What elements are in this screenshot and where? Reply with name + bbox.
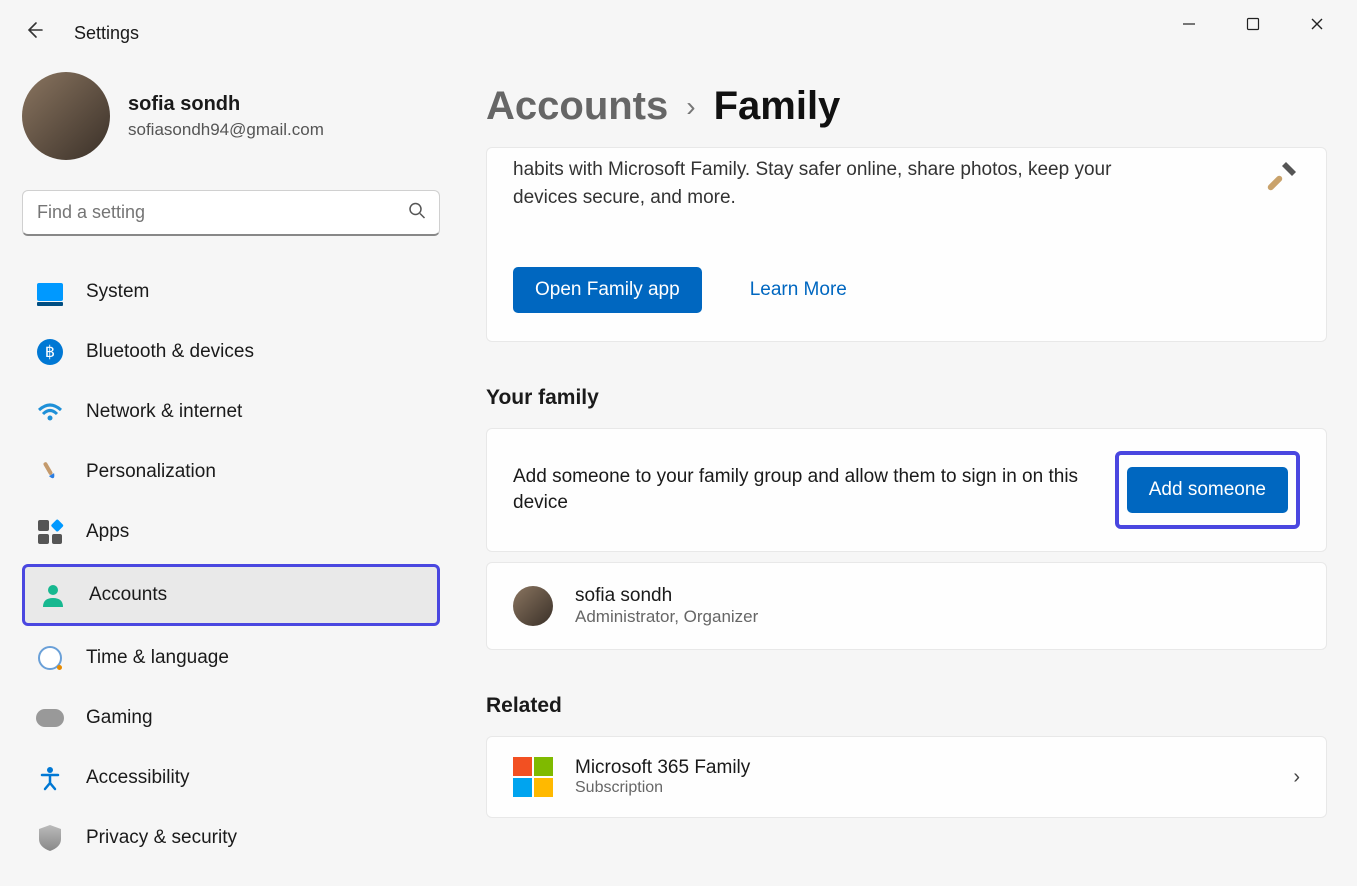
learn-more-link[interactable]: Learn More xyxy=(750,279,847,301)
search-icon xyxy=(408,202,426,225)
wifi-icon xyxy=(36,398,64,426)
search-input[interactable] xyxy=(22,190,440,236)
user-name: sofia sondh xyxy=(128,93,324,116)
related-item[interactable]: Microsoft 365 Family Subscription › xyxy=(486,736,1327,818)
sidebar-item-system[interactable]: System xyxy=(22,264,440,320)
add-someone-card: Add someone to your family group and all… xyxy=(486,428,1327,552)
main-content: Accounts › Family habits with Microsoft … xyxy=(462,48,1357,886)
sidebar-item-label: Privacy & security xyxy=(86,827,237,849)
sidebar-item-label: Apps xyxy=(86,521,129,543)
open-family-app-button[interactable]: Open Family app xyxy=(513,267,702,313)
avatar xyxy=(22,72,110,160)
app-title: Settings xyxy=(74,23,139,44)
family-info-card: habits with Microsoft Family. Stay safer… xyxy=(486,147,1327,342)
add-someone-highlight: Add someone xyxy=(1115,451,1300,529)
gaming-icon xyxy=(36,704,64,732)
chevron-right-icon: › xyxy=(1293,766,1300,789)
sidebar-item-label: Time & language xyxy=(86,647,229,669)
system-icon xyxy=(36,278,64,306)
sidebar-item-label: Network & internet xyxy=(86,401,242,423)
breadcrumb-current: Family xyxy=(714,84,841,129)
sidebar-item-accounts[interactable]: Accounts xyxy=(22,564,440,626)
sidebar-item-accessibility[interactable]: Accessibility xyxy=(22,750,440,806)
sidebar-item-bluetooth[interactable]: ฿ Bluetooth & devices xyxy=(22,324,440,380)
sidebar-item-apps[interactable]: Apps xyxy=(22,504,440,560)
back-button[interactable] xyxy=(24,20,44,46)
your-family-heading: Your family xyxy=(486,386,1327,410)
hammer-icon xyxy=(1258,156,1304,202)
sidebar-item-gaming[interactable]: Gaming xyxy=(22,690,440,746)
sidebar-item-label: Accessibility xyxy=(86,767,189,789)
family-description: habits with Microsoft Family. Stay safer… xyxy=(513,156,1153,211)
nav-list: System ฿ Bluetooth & devices Network & i… xyxy=(22,264,440,866)
member-name: sofia sondh xyxy=(575,585,758,607)
minimize-button[interactable] xyxy=(1177,12,1201,36)
apps-icon xyxy=(36,518,64,546)
add-someone-text: Add someone to your family group and all… xyxy=(513,464,1097,517)
sidebar-item-time[interactable]: Time & language xyxy=(22,630,440,686)
sidebar-item-label: Personalization xyxy=(86,461,216,483)
family-member-card[interactable]: sofia sondh Administrator, Organizer xyxy=(486,562,1327,650)
accounts-icon xyxy=(39,581,67,609)
close-button[interactable] xyxy=(1305,12,1329,36)
arrow-left-icon xyxy=(24,20,44,40)
member-avatar xyxy=(513,586,553,626)
maximize-button[interactable] xyxy=(1241,12,1265,36)
accessibility-icon xyxy=(36,764,64,792)
add-someone-button[interactable]: Add someone xyxy=(1127,467,1288,513)
related-heading: Related xyxy=(486,694,1327,718)
search-box xyxy=(22,190,440,236)
sidebar-item-label: Gaming xyxy=(86,707,153,729)
clock-icon xyxy=(36,644,64,672)
microsoft-logo-icon xyxy=(513,757,553,797)
sidebar-item-personalization[interactable]: Personalization xyxy=(22,444,440,500)
user-profile[interactable]: sofia sondh sofiasondh94@gmail.com xyxy=(22,72,440,160)
related-title: Microsoft 365 Family xyxy=(575,757,750,779)
close-icon xyxy=(1310,17,1324,31)
user-email: sofiasondh94@gmail.com xyxy=(128,120,324,140)
chevron-right-icon: › xyxy=(686,91,695,123)
member-role: Administrator, Organizer xyxy=(575,607,758,627)
breadcrumb: Accounts › Family xyxy=(486,84,1327,129)
maximize-icon xyxy=(1246,17,1260,31)
sidebar-item-privacy[interactable]: Privacy & security xyxy=(22,810,440,866)
breadcrumb-parent[interactable]: Accounts xyxy=(486,84,668,129)
sidebar-item-network[interactable]: Network & internet xyxy=(22,384,440,440)
sidebar-item-label: Bluetooth & devices xyxy=(86,341,254,363)
sidebar-item-label: System xyxy=(86,281,149,303)
bluetooth-icon: ฿ xyxy=(36,338,64,366)
shield-icon xyxy=(36,824,64,852)
minimize-icon xyxy=(1182,17,1196,31)
sidebar: sofia sondh sofiasondh94@gmail.com Syste… xyxy=(0,48,462,886)
related-subtitle: Subscription xyxy=(575,779,750,797)
brush-icon xyxy=(31,453,69,491)
sidebar-item-label: Accounts xyxy=(89,584,167,606)
